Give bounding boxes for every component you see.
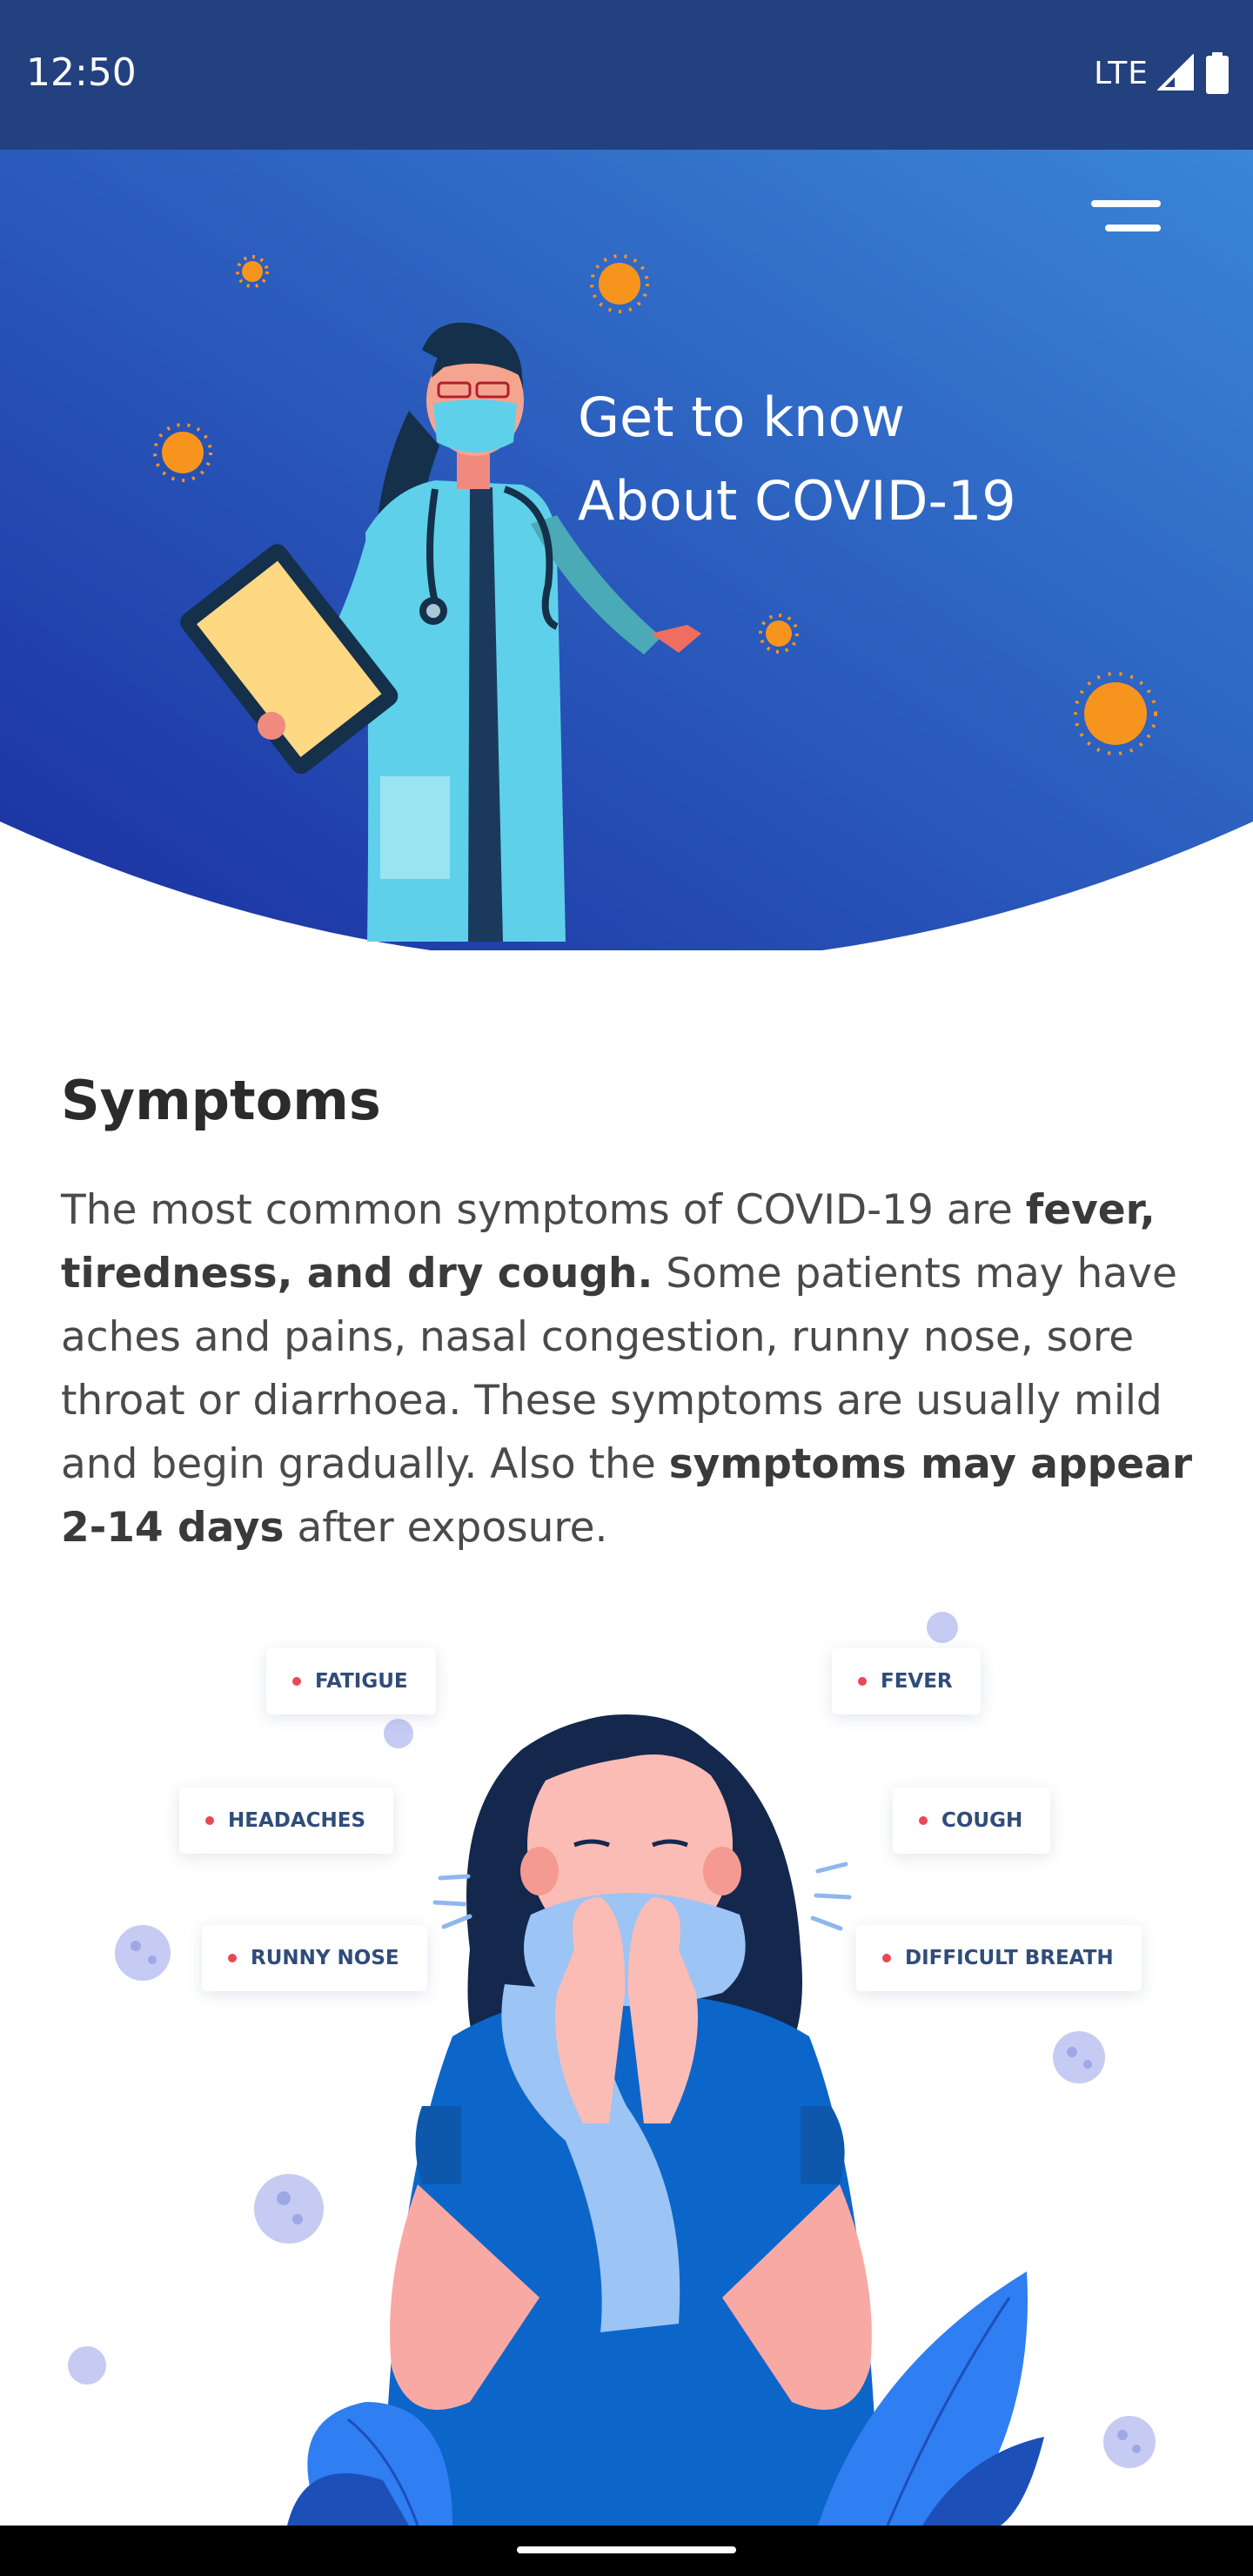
symptom-tag-fever: FEVER [832,1648,981,1714]
symptoms-illustration: FATIGUE FEVER HEADACHES COUGH RUNNY NOSE… [0,1584,1253,2526]
symptoms-text-part3: after exposure. [284,1504,608,1552]
tag-label: COUGH [941,1809,1023,1832]
symptom-tag-fatigue: FATIGUE [266,1648,436,1714]
hero-banner: Get to know About COVID-19 [0,150,1253,950]
symptom-tag-runny-nose: RUNNY NOSE [202,1925,427,1991]
battery-icon [1206,52,1229,94]
signal-icon [1157,54,1194,91]
menu-button[interactable] [1091,193,1161,245]
tag-label: RUNNY NOSE [251,1947,399,1969]
tag-label: DIFFICULT BREATH [905,1947,1114,1969]
hero-title: Get to know About COVID-19 [578,376,1016,543]
hero-title-line2: About COVID-19 [578,469,1016,533]
status-bar: 12:50 LTE [0,0,1253,150]
system-nav-bar [0,2526,1253,2576]
tag-dot [882,1954,891,1962]
symptoms-heading: Symptoms [61,1069,381,1132]
tag-dot [205,1816,214,1825]
tag-dot [292,1677,301,1686]
status-time: 12:50 [26,50,137,95]
tag-label: HEADACHES [228,1809,366,1832]
symptoms-description: The most common symptoms of COVID-19 are… [61,1178,1201,1560]
sick-woman-illustration [68,1612,1156,2526]
network-type: LTE [1094,55,1149,91]
status-icons: LTE [1094,52,1230,94]
tag-dot [228,1954,237,1962]
tag-dot [919,1816,928,1825]
tag-dot [858,1677,867,1686]
symptom-tag-difficult-breath: DIFFICULT BREATH [856,1925,1142,1991]
tag-label: FEVER [881,1670,953,1693]
symptom-tag-cough: COUGH [893,1788,1051,1854]
symptoms-text-part1: The most common symptoms of COVID-19 are [61,1186,1026,1234]
hero-background [0,150,1253,950]
hero-title-line1: Get to know [578,386,905,449]
tag-label: FATIGUE [315,1670,408,1693]
home-gesture-handle[interactable] [517,2546,736,2553]
symptom-tag-headaches: HEADACHES [179,1788,394,1854]
hamburger-menu-icon [1091,200,1161,207]
